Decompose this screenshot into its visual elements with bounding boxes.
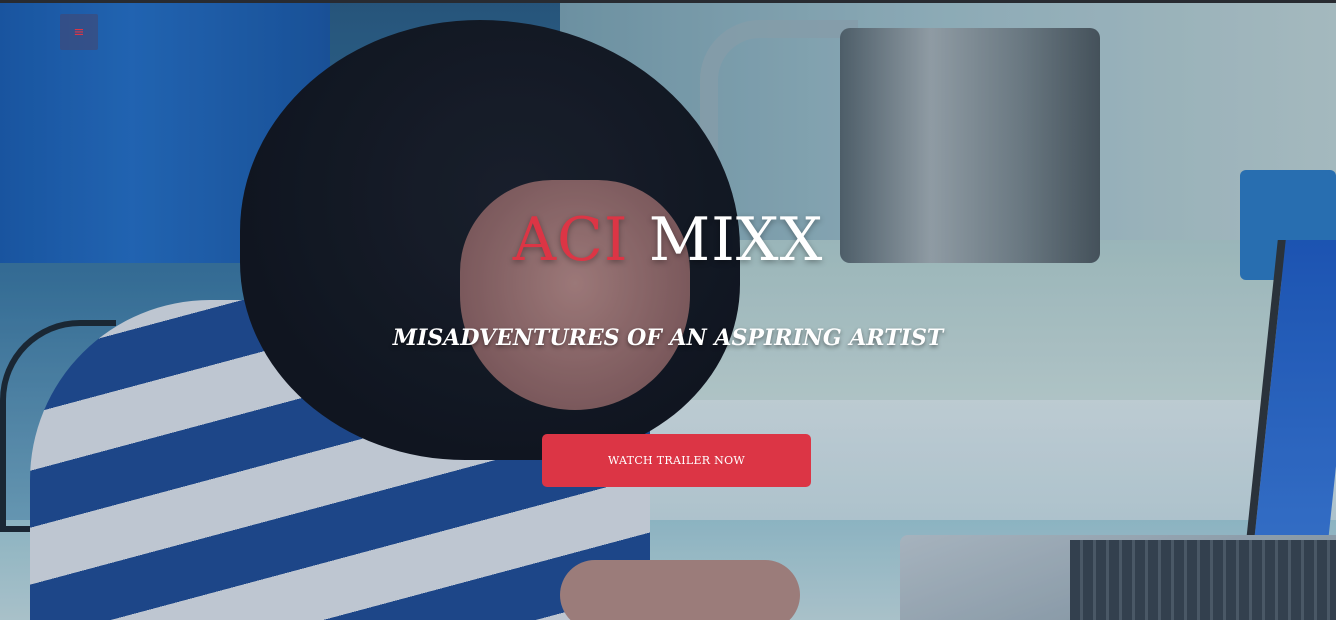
page-title: ACI MIXX <box>0 205 1336 275</box>
title-main-text: MIXX <box>648 205 824 275</box>
hero-section: ≡ ACI MIXX MISADVENTURES OF AN ASPIRING … <box>0 0 1336 620</box>
hero-content: ACI MIXX MISADVENTURES OF AN ASPIRING AR… <box>0 0 1336 620</box>
title-accent-text: ACI <box>512 205 629 275</box>
page-subtitle: MISADVENTURES OF AN ASPIRING ARTIST <box>392 325 944 351</box>
watch-trailer-button[interactable]: WATCH TRAILER NOW <box>542 434 811 487</box>
